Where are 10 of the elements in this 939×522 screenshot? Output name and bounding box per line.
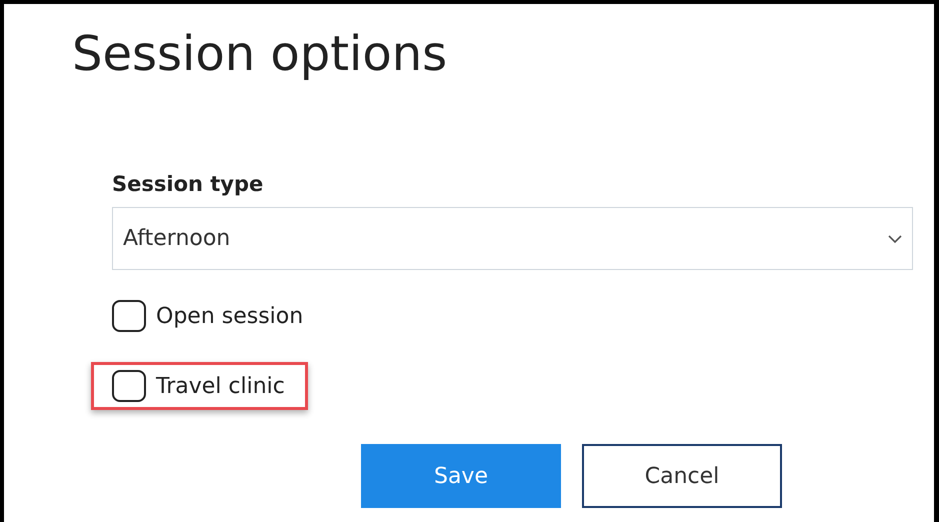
checkbox-label: Travel clinic	[156, 374, 285, 398]
session-type-select[interactable]: Afternoon	[112, 207, 913, 270]
chevron-down-icon	[888, 234, 902, 244]
field-label: Session type	[112, 172, 264, 196]
checkbox[interactable]	[112, 300, 146, 332]
save-button[interactable]: Save	[361, 444, 561, 508]
page-title: Session options	[72, 25, 448, 84]
checkbox[interactable]	[112, 370, 146, 402]
cancel-button[interactable]: Cancel	[582, 444, 782, 508]
checkbox-label: Open session	[156, 304, 304, 328]
